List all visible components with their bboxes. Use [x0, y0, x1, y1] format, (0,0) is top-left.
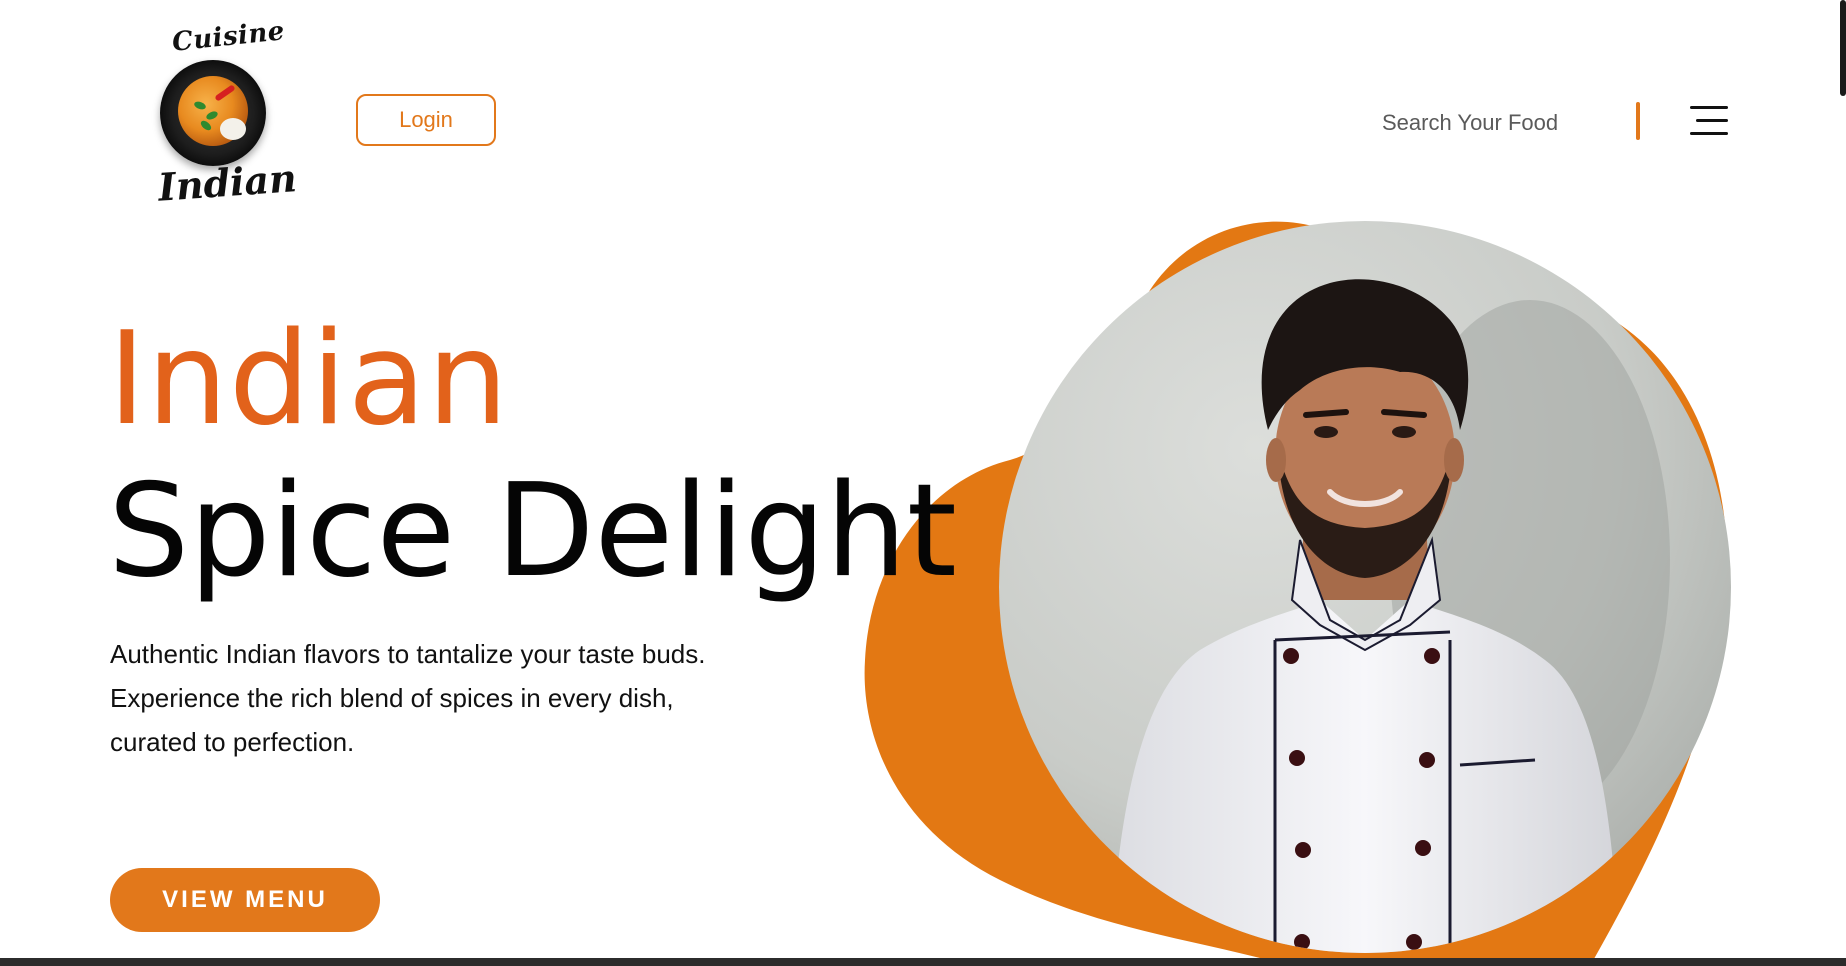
hero-description-line: Authentic Indian flavors to tantalize yo…	[110, 639, 706, 669]
hero-title: Spice Delight	[108, 457, 957, 606]
hamburger-menu-icon[interactable]	[1690, 106, 1728, 136]
hero-description-line: curated to perfection.	[110, 727, 355, 757]
curry-bowl-icon	[160, 60, 266, 166]
logo-bottom-text: Indian	[156, 155, 299, 210]
search-divider	[1636, 102, 1640, 140]
hero-title-accent: Indian	[108, 305, 510, 454]
hero-description-line: Experience the rich blend of spices in e…	[110, 683, 674, 713]
landing-page: Cuisine Indian Login Indian Spice Deligh…	[0, 0, 1846, 966]
logo-top-text: Cuisine	[170, 16, 287, 58]
logo-bowl	[178, 76, 248, 146]
brand-logo[interactable]: Cuisine Indian	[150, 16, 298, 210]
window-bottom-edge	[0, 958, 1846, 966]
hero-description: Authentic Indian flavors to tantalize yo…	[110, 632, 790, 764]
search-input[interactable]	[1380, 104, 1624, 142]
view-menu-button[interactable]: VIEW MENU	[110, 868, 380, 932]
scrollbar-thumb[interactable]	[1840, 0, 1846, 96]
login-button[interactable]: Login	[356, 94, 496, 146]
